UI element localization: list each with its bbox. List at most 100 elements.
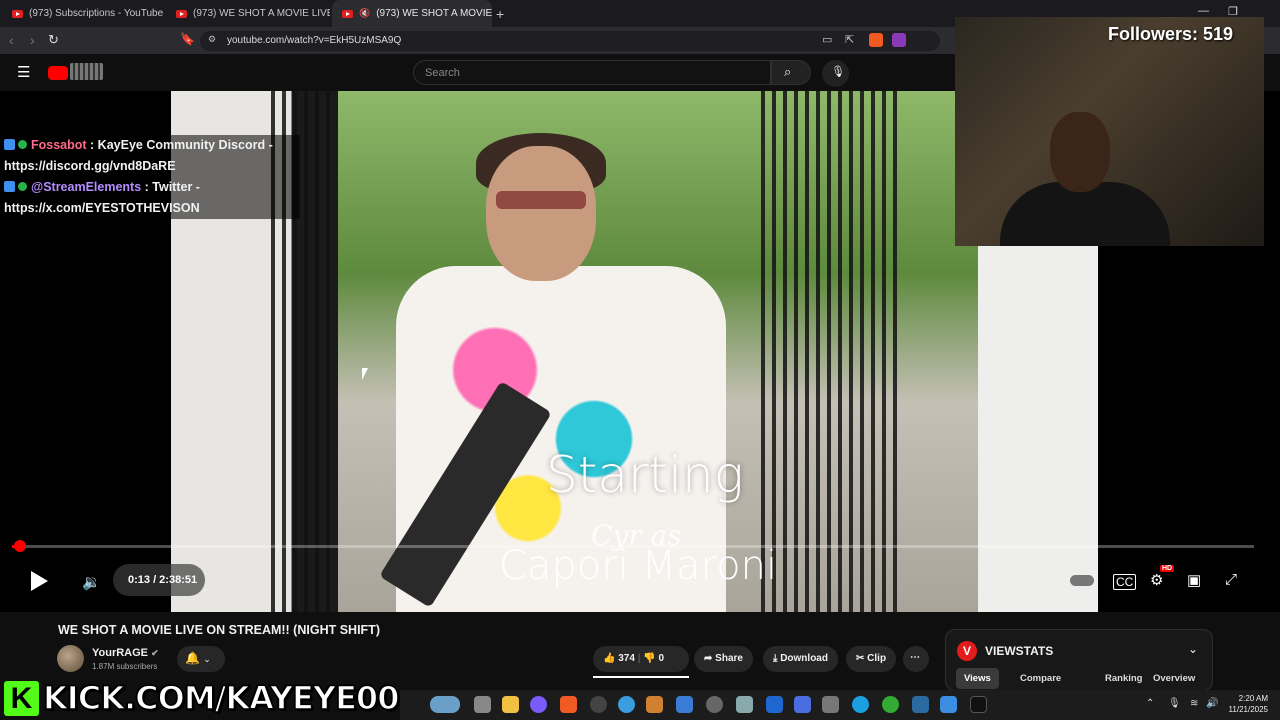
back-icon[interactable]: ‹ <box>9 32 14 48</box>
like-button[interactable]: 👍 374 <box>603 653 635 664</box>
terminal-icon[interactable] <box>912 696 929 713</box>
chat-message: @StreamElements : Twitter - <box>4 177 296 198</box>
autoplay-toggle[interactable] <box>1070 575 1094 586</box>
forward-icon[interactable]: › <box>30 32 35 48</box>
share-button[interactable]: ➦ Share <box>694 646 753 672</box>
search-button[interactable]: ⌕ <box>771 60 811 85</box>
play-icon[interactable] <box>31 571 48 591</box>
cast-icon[interactable]: ▭ <box>822 33 832 46</box>
settings-app-icon[interactable] <box>736 696 753 713</box>
mouse-cursor-icon <box>362 368 368 380</box>
share-icon: ➦ <box>704 653 713 664</box>
like-dislike-segment: 👍 374 | 👎 0 <box>593 646 689 672</box>
channel-logo-icon[interactable] <box>70 63 103 80</box>
discord-icon[interactable] <box>530 696 547 713</box>
reload-icon[interactable]: ↻ <box>48 32 59 48</box>
actor-head <box>486 146 596 281</box>
channel-name[interactable]: YourRAGE ✔ <box>92 647 159 659</box>
brave-shield-icon[interactable] <box>869 33 883 47</box>
viewstats-tab-compare[interactable]: Compare <box>1012 668 1069 689</box>
verified-badge-icon <box>18 182 27 191</box>
time-display: 0:13 / 2:38:51 <box>113 564 205 596</box>
tray-mic-icon[interactable]: 🎙 <box>1168 698 1181 709</box>
volume-icon[interactable]: 🔉 <box>82 573 101 591</box>
task-view-icon[interactable] <box>474 696 491 713</box>
tab-movie-1[interactable]: (973) WE SHOT A MOVIE LIVE ON ST <box>166 0 330 27</box>
site-info-icon[interactable]: ⚙ <box>208 34 216 45</box>
tab-label: (973) Subscriptions - YouTube <box>29 8 164 19</box>
more-icon: ⋯ <box>910 652 920 663</box>
settings-gear-icon[interactable]: ⚙ <box>1150 571 1163 589</box>
calculator-icon[interactable] <box>822 696 839 713</box>
globe-icon[interactable] <box>618 696 635 713</box>
fullscreen-icon[interactable]: ⤢ <box>1225 571 1237 588</box>
chat-username: @StreamElements <box>31 180 142 194</box>
weather-icon[interactable] <box>430 696 460 713</box>
viewstats-tab-overview[interactable]: Overview <box>1145 668 1203 689</box>
tab-subscriptions[interactable]: (973) Subscriptions - YouTube <box>2 0 166 27</box>
youtube-logo-icon[interactable] <box>48 66 68 80</box>
new-tab-button[interactable]: + <box>496 0 516 27</box>
obs-icon[interactable] <box>590 696 607 713</box>
kick-logo-icon: K <box>4 680 39 716</box>
edge-icon[interactable] <box>852 696 869 713</box>
voice-search-button[interactable]: 🎙 <box>822 60 849 87</box>
scrubber-handle[interactable] <box>13 540 26 552</box>
tab-movie-active[interactable]: 🔇 (973) WE SHOT A MOVIE LIVE ✕ <box>332 0 492 27</box>
download-icon: ⤓ <box>773 653 778 664</box>
minimize-icon[interactable]: — <box>1198 5 1209 17</box>
bell-icon: 🔔 <box>185 651 200 665</box>
kick-url-text: KICK.COM/KAYEYE00 <box>42 678 400 718</box>
thumbs-down-icon: 👎 <box>643 653 656 664</box>
chat-text: : Twitter - <box>144 180 200 194</box>
tab-label: (973) WE SHOT A MOVIE LIVE ON ST <box>193 8 330 19</box>
channel-name-text: YourRAGE <box>92 647 149 659</box>
mute-tab-icon[interactable]: 🔇 <box>359 8 370 19</box>
notification-bell-button[interactable]: 🔔 ⌄ <box>177 646 225 672</box>
app2-icon[interactable] <box>794 696 811 713</box>
download-button[interactable]: ⤓ Download <box>763 646 838 672</box>
hd-badge: HD <box>1160 565 1175 572</box>
video-title: WE SHOT A MOVIE LIVE ON STREAM!! (NIGHT … <box>58 623 380 637</box>
clip-button[interactable]: ✂ Clip <box>846 646 897 672</box>
captions-icon[interactable]: CC <box>1113 574 1137 590</box>
chrome-icon[interactable] <box>882 696 899 713</box>
word-icon[interactable] <box>766 696 783 713</box>
dislike-button[interactable]: 👎 0 <box>643 653 664 664</box>
tab-label: (973) WE SHOT A MOVIE LIVE <box>376 8 492 19</box>
chevron-down-icon[interactable]: ⌄ <box>1188 642 1198 656</box>
notes-icon[interactable] <box>676 696 693 713</box>
windows-taskbar: ⌃ 🎙 ≋ 🔊 2:20 AM 11/21/2025 <box>400 690 1280 720</box>
viewstats-tab-views[interactable]: Views <box>956 668 999 689</box>
chat-link: https://x.com/EYESTOTHEVISON <box>4 201 200 215</box>
tray-chevron-icon[interactable]: ⌃ <box>1146 698 1154 709</box>
chat-link: https://discord.gg/vnd8DaRE <box>4 159 176 173</box>
file-explorer-icon[interactable] <box>502 696 519 713</box>
progress-bar[interactable] <box>12 545 1254 548</box>
bookmark-icon[interactable]: 🔖 <box>180 32 195 46</box>
share-page-icon[interactable]: ⇱ <box>845 33 854 46</box>
download-label: Download <box>780 653 828 664</box>
tiktok-icon[interactable] <box>970 696 987 713</box>
miniplayer-icon[interactable]: ▣ <box>1187 571 1201 589</box>
chatgpt-icon[interactable] <box>706 696 723 713</box>
system-clock[interactable]: 2:20 AM 11/21/2025 <box>1229 693 1268 715</box>
stream-chat-overlay: Fossabot : KayEye Community Discord - ht… <box>0 135 300 219</box>
share-label: Share <box>715 653 743 664</box>
viewstats-tab-ranking[interactable]: Ranking <box>1097 668 1150 689</box>
app-icon[interactable] <box>646 696 663 713</box>
photos-icon[interactable] <box>940 696 957 713</box>
speaker-icon[interactable]: 🔊 <box>1206 698 1218 709</box>
scissors-icon: ✂ <box>856 653 865 664</box>
credit-line-3: Capori Maroni <box>499 543 778 589</box>
menu-icon[interactable]: ☰ <box>17 63 30 81</box>
chevron-down-icon: ⌄ <box>203 654 211 664</box>
search-input[interactable]: Search <box>413 60 771 85</box>
more-actions-button[interactable]: ⋯ <box>903 646 929 672</box>
channel-avatar[interactable] <box>57 645 84 672</box>
viewstats-title: VIEWSTATS <box>985 644 1054 658</box>
dislike-count: 0 <box>658 653 665 664</box>
brave-browser-icon[interactable] <box>560 696 577 713</box>
rewards-icon[interactable] <box>892 33 906 47</box>
wifi-icon[interactable]: ≋ <box>1190 698 1198 709</box>
